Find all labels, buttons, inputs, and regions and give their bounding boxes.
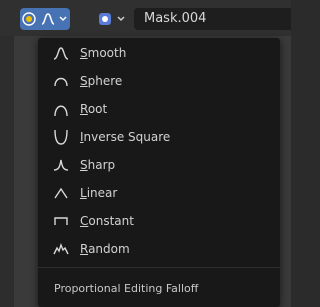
toolbar-region [0, 36, 14, 307]
menu-item-smooth[interactable]: Smooth [38, 40, 280, 66]
menu-item-sphere[interactable]: Sphere [38, 68, 280, 94]
smooth-falloff-icon [41, 13, 54, 25]
falloff-dropdown-button[interactable] [38, 8, 70, 30]
menu-item-root[interactable]: Root [38, 96, 280, 122]
menu-item-label: Smooth [80, 46, 127, 60]
menu-item-constant[interactable]: Constant [38, 208, 280, 234]
smooth-falloff-icon [52, 45, 70, 61]
chevron-down-icon [58, 16, 67, 22]
menu-item-linear[interactable]: Linear [38, 180, 280, 206]
sphere-falloff-icon [52, 73, 70, 89]
proportional-editing-icon [22, 12, 36, 26]
menu-item-label: Inverse Square [80, 130, 171, 144]
inverse-square-falloff-icon [52, 129, 70, 145]
menu-separator [38, 267, 280, 268]
menu-item-label: Sphere [80, 74, 123, 88]
falloff-menu: Smooth Sphere Root Inverse Square Sharp … [38, 38, 280, 307]
menu-item-random[interactable]: Random [38, 236, 280, 262]
mask-name-field[interactable]: Mask.004 [134, 8, 291, 30]
menu-title: Proportional Editing Falloff [54, 282, 199, 295]
chevron-down-icon [116, 16, 125, 22]
proportional-editing-toggle[interactable] [20, 8, 38, 30]
menu-item-label: Sharp [80, 158, 116, 172]
menu-item-label: Constant [80, 214, 134, 228]
root-falloff-icon [52, 101, 70, 117]
random-falloff-icon [52, 241, 70, 257]
menu-item-label: Random [80, 242, 130, 256]
menu-item-label: Root [80, 102, 108, 116]
menu-item-inverse-square[interactable]: Inverse Square [38, 124, 280, 150]
sharp-falloff-icon [52, 157, 70, 173]
linear-falloff-icon [52, 185, 70, 201]
menu-item-sharp[interactable]: Sharp [38, 152, 280, 178]
mask-browse-button[interactable] [90, 8, 132, 30]
constant-falloff-icon [52, 213, 70, 229]
mask-icon [98, 13, 111, 25]
menu-item-label: Linear [80, 186, 118, 200]
